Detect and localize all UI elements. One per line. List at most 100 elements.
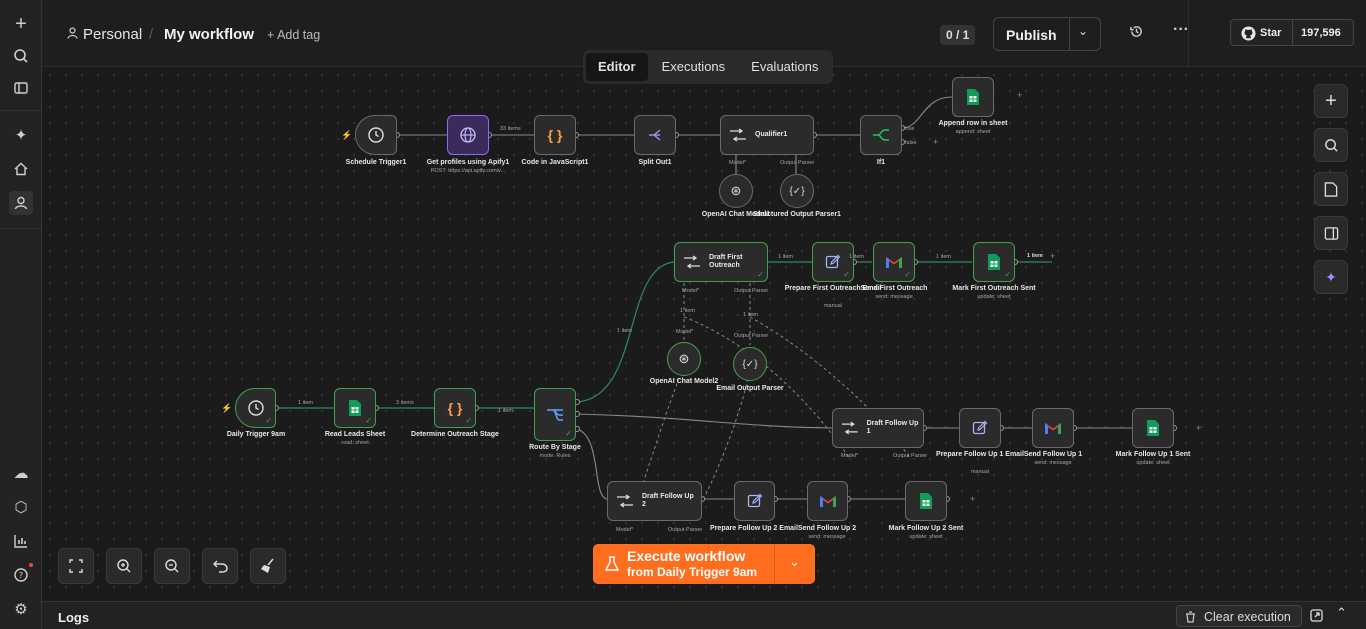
daily-trigger-node[interactable]: ✓ (235, 388, 276, 428)
undo-button[interactable] (202, 548, 238, 584)
project-user-icon (67, 27, 78, 42)
sheets-icon (988, 254, 1000, 270)
panel-icon (1324, 226, 1338, 240)
home-icon[interactable] (9, 157, 33, 181)
workflow-name[interactable]: My workflow (164, 26, 254, 43)
chevron-up-icon[interactable]: ⌃ (1336, 605, 1347, 621)
search-icon[interactable] (9, 44, 33, 68)
prepare-fu2-node[interactable] (734, 481, 775, 521)
sidebar-divider (0, 110, 41, 111)
qualifier-parser-port: Output Parser (780, 160, 815, 166)
view-tabs: Editor Executions Evaluations (583, 50, 834, 84)
zoom-out-button[interactable] (154, 548, 190, 584)
open-new-window-icon[interactable] (1310, 609, 1323, 627)
mark-fu2-sub: update: sheet (909, 534, 943, 540)
openai2-node[interactable]: ⊛ (667, 342, 701, 376)
chevron-down-icon[interactable]: ⌄ (789, 554, 800, 570)
sparkles-icon[interactable]: ✦ (9, 123, 33, 147)
determine-stage-node[interactable]: { } ✓ (434, 388, 476, 428)
clock-icon (247, 400, 264, 416)
mark-fu1-node[interactable] (1132, 408, 1174, 448)
logs-title[interactable]: Logs (58, 610, 89, 625)
publish-button-group: Publish ⌄ (993, 17, 1101, 51)
github-star-widget[interactable]: Star 197,596 (1230, 19, 1354, 46)
conn-label-3-items: 3 items (396, 400, 414, 406)
user-icon[interactable] (9, 191, 33, 215)
templates-icon[interactable]: ⬡ (9, 495, 33, 519)
settings-gear-icon[interactable]: ⚙ (9, 597, 33, 621)
read-leads-node[interactable]: ✓ (334, 388, 376, 428)
search-icon (1324, 138, 1338, 152)
more-options-icon[interactable]: ··· (1173, 21, 1189, 39)
zoom-in-button[interactable] (106, 548, 142, 584)
prepare-first-node[interactable]: ✓ (812, 242, 854, 282)
conn-label-1-item: 1 item (936, 254, 951, 260)
tab-executions[interactable]: Executions (650, 53, 738, 81)
route-stage-node[interactable]: ✓ (534, 388, 576, 441)
search-nodes-button[interactable] (1314, 128, 1348, 162)
conn-label-1-item: 1 item (778, 254, 793, 260)
fit-view-button[interactable] (58, 548, 94, 584)
draft-fu1-label: Draft Follow Up 1 (866, 420, 919, 435)
clear-execution-button[interactable]: Clear execution (1176, 605, 1302, 627)
add-tag-link[interactable]: + Add tag (267, 28, 320, 42)
qualifier-node[interactable]: Qualifier1 (720, 115, 814, 155)
cloud-icon[interactable]: ☁ (9, 461, 33, 485)
if1-node[interactable] (860, 115, 902, 155)
openai1-node[interactable]: ⊛ (719, 174, 753, 208)
email-parser-label: Email Output Parser (716, 385, 784, 392)
gmail-icon (886, 257, 902, 268)
logs-bar[interactable]: Logs Clear execution ⌃ (42, 601, 1366, 629)
chevron-down-icon[interactable]: ⌄ (1078, 24, 1088, 38)
draft-first-label: Draft First Outreach (709, 254, 743, 269)
draft-fu2-node[interactable]: Draft Follow Up 2 (607, 481, 702, 521)
schedule-trigger-node[interactable] (355, 115, 397, 155)
prepare-fu1-node[interactable] (959, 408, 1001, 448)
send-fu1-sub: send: message (1034, 460, 1072, 466)
tidy-up-button[interactable] (250, 548, 286, 584)
email-parser-port: Output Parser (734, 333, 769, 339)
svg-text:+: + (1050, 251, 1055, 261)
append-row-node[interactable] (952, 77, 994, 117)
toggle-panel-button[interactable] (1314, 216, 1348, 250)
send-first-node[interactable]: ✓ (873, 242, 915, 282)
history-icon[interactable] (1129, 24, 1144, 43)
success-check-icon: ✓ (365, 416, 372, 425)
sticky-note-button[interactable] (1314, 172, 1348, 206)
plus-icon[interactable]: + (9, 12, 33, 36)
email-parser-node[interactable]: {✓} (733, 347, 767, 381)
zoom-in-icon (117, 559, 131, 573)
code-js-label: Code in JavaScript1 (521, 159, 589, 166)
send-fu2-sub: send: message (808, 534, 846, 540)
github-star-count: 197,596 (1301, 27, 1341, 39)
draft-fu1-node[interactable]: Draft Follow Up 1 (832, 408, 924, 448)
execute-workflow-button[interactable]: Execute workflow from Daily Trigger 9am (593, 544, 774, 584)
code-js-node[interactable]: { } (534, 115, 576, 155)
send-fu2-node[interactable] (807, 481, 848, 521)
mark-first-node[interactable]: ✓ (973, 242, 1015, 282)
send-fu1-node[interactable] (1032, 408, 1074, 448)
globe-icon (460, 127, 476, 143)
daily-trigger-label: Daily Trigger 9am (226, 431, 286, 438)
tab-evaluations[interactable]: Evaluations (739, 53, 830, 81)
publish-button[interactable]: Publish (1006, 27, 1057, 43)
workflow-canvas[interactable]: + + + + + ⚡ Schedule Trigger1 Get profiles … (42, 67, 1366, 601)
success-check-icon: ✓ (565, 429, 572, 438)
openai2-model-port: Model* (676, 329, 694, 335)
insights-icon[interactable] (9, 529, 33, 553)
ai-assistant-button[interactable]: ✦ (1314, 260, 1348, 294)
branch-icon (873, 129, 889, 141)
structured-parser-node[interactable]: {✓} (780, 174, 814, 208)
send-fu1-label: Send Follow Up 1 (1023, 451, 1083, 458)
mark-fu2-node[interactable] (905, 481, 947, 521)
tab-editor[interactable]: Editor (586, 53, 648, 81)
split-out-node[interactable] (634, 115, 676, 155)
breadcrumb-project[interactable]: Personal (83, 26, 142, 43)
success-check-icon: ✓ (904, 270, 911, 279)
get-profiles-node[interactable] (447, 115, 489, 155)
panel-toggle-icon[interactable] (9, 76, 33, 100)
add-node-button[interactable]: + (1314, 84, 1348, 118)
svg-text:?: ? (19, 571, 23, 580)
send-first-sub: send: message (875, 294, 913, 300)
draft-first-node[interactable]: Draft First Outreach ✓ (674, 242, 768, 282)
